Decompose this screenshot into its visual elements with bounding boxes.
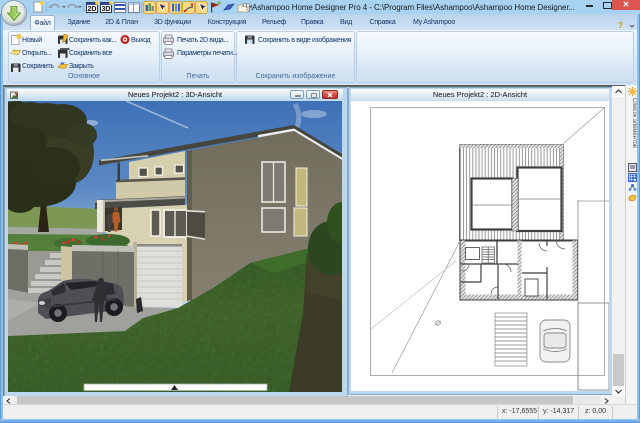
svg-text:3D: 3D [102, 6, 111, 13]
svg-text:2D: 2D [88, 6, 97, 13]
